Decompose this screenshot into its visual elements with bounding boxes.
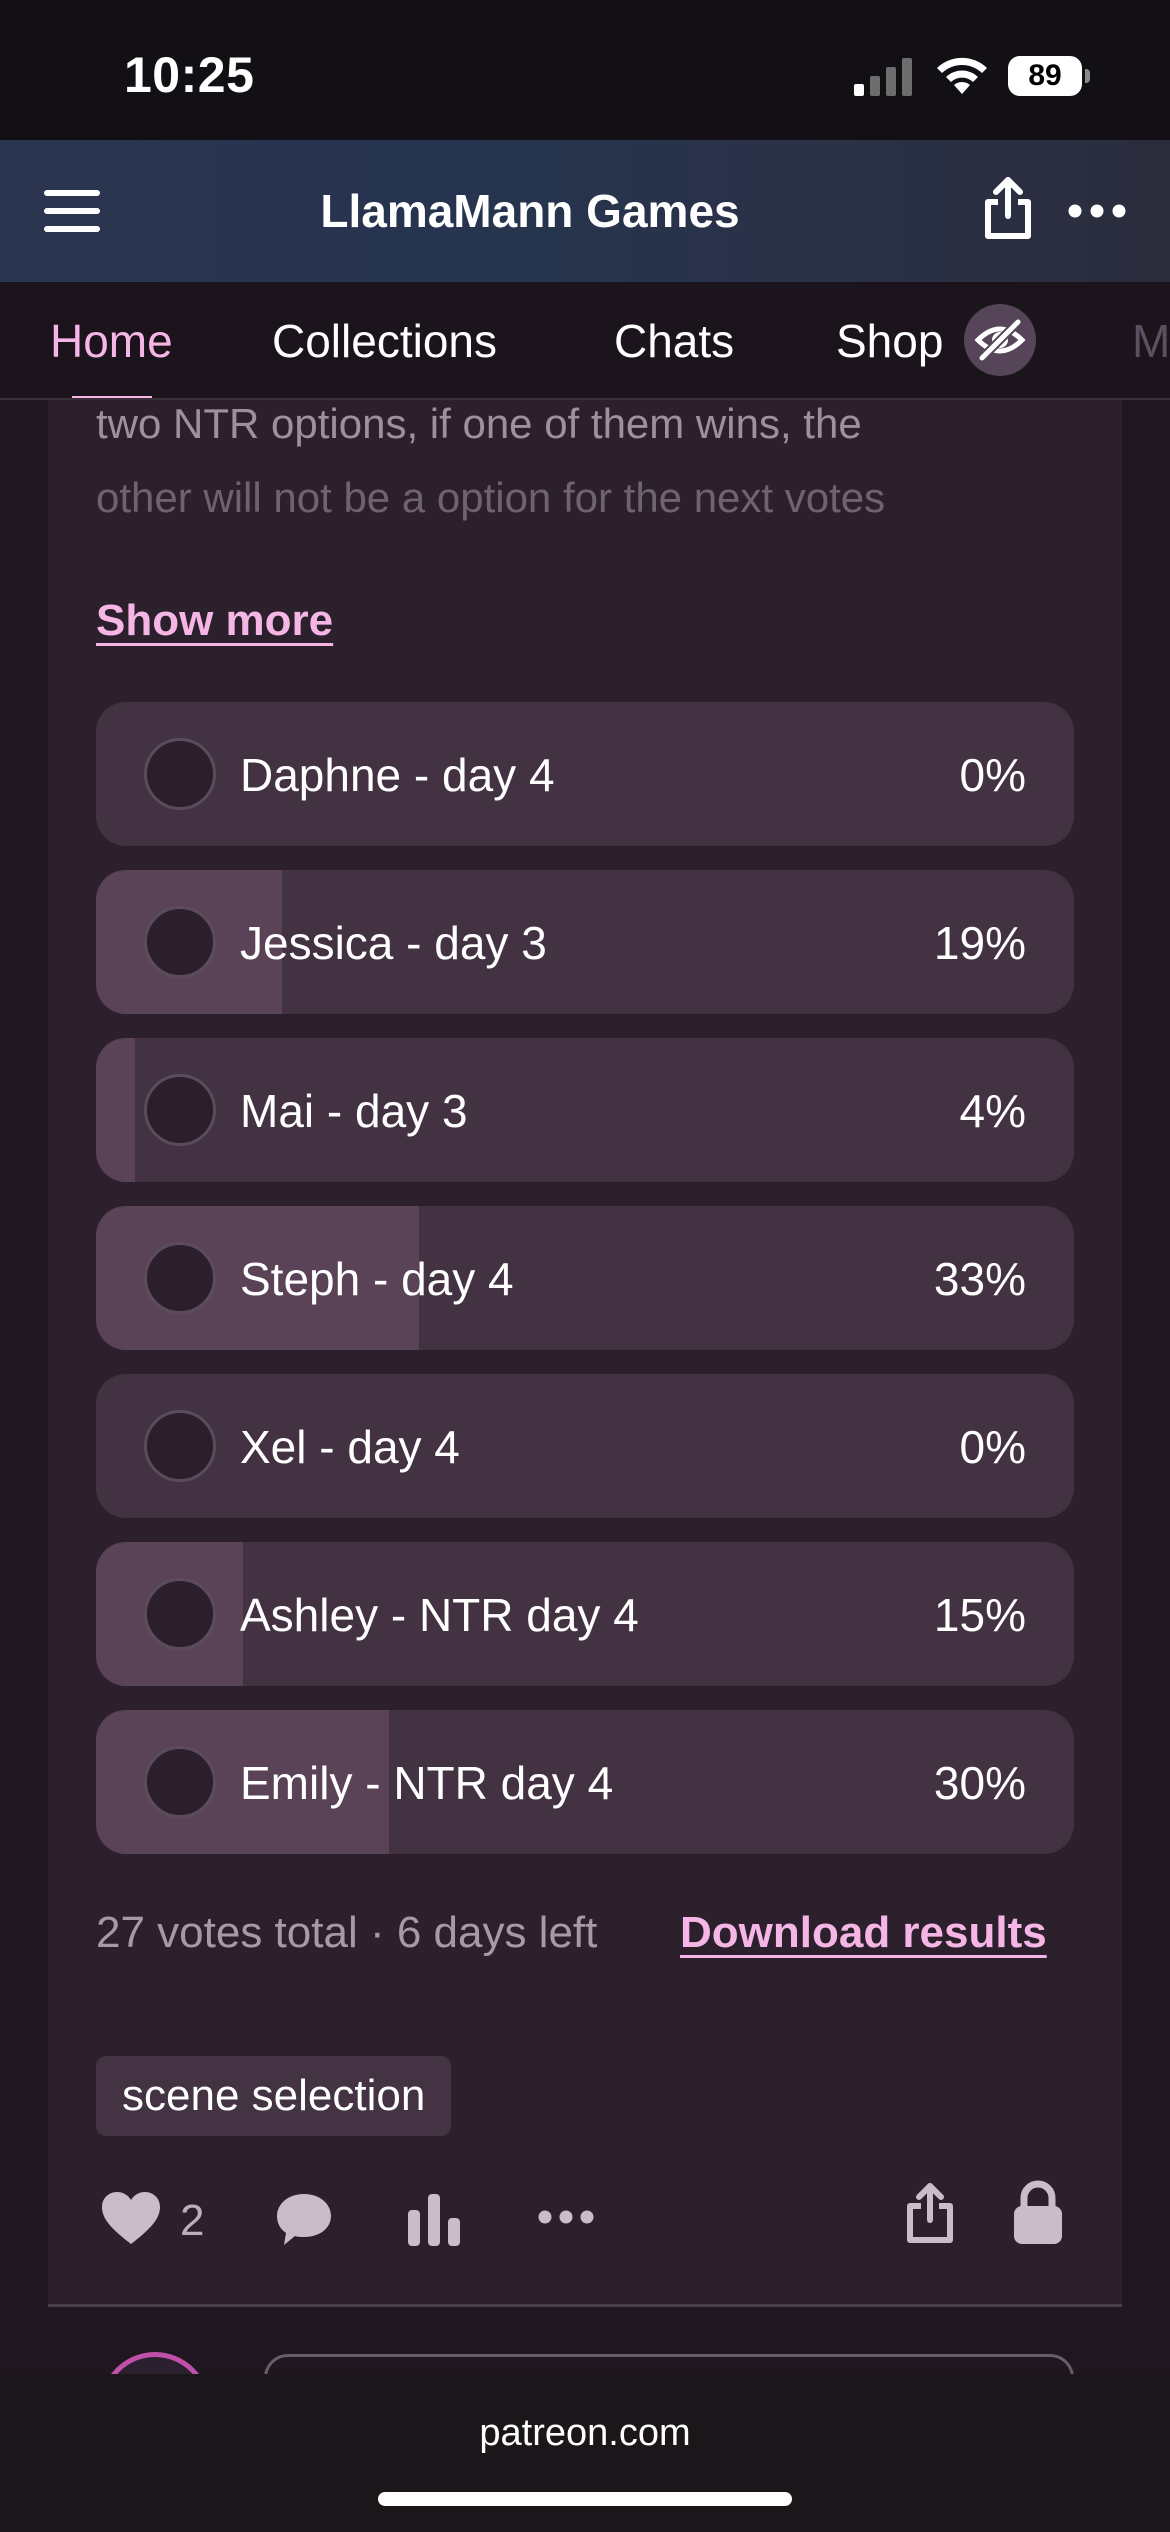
radio-button[interactable] [144,1410,216,1482]
poll-result-bar [96,1038,136,1182]
poll-option-label: Xel - day 4 [240,1421,460,1473]
comment-icon[interactable] [274,2190,334,2248]
heart-icon[interactable] [100,2190,162,2246]
poll-option[interactable]: Ashley - NTR day 4 15% [96,1542,1074,1686]
post-description-line: other will not be a option for the next … [96,474,886,521]
share-icon[interactable] [904,2182,956,2244]
more-options-icon[interactable] [1068,204,1126,218]
battery-icon: 89 [1008,56,1090,96]
url-label[interactable]: patreon.com [0,2412,1170,2455]
stats-icon[interactable] [406,2192,464,2246]
tab-bar: Home Collections Chats Shop M [0,282,1170,400]
download-results-link[interactable]: Download results [680,1908,1047,1958]
poll-option[interactable]: Steph - day 4 33% [96,1206,1074,1350]
like-count: 2 [180,2196,205,2245]
tab-more[interactable]: M [1132,314,1170,368]
show-more-link[interactable]: Show more [96,596,333,646]
wifi-icon [937,57,987,94]
poll-option[interactable]: Jessica - day 3 19% [96,870,1074,1014]
post-tag[interactable]: scene selection [96,2056,452,2136]
poll-option-label: Steph - day 4 [240,1253,514,1305]
status-time: 10:25 [124,47,255,103]
poll-option-percent: 0% [959,1421,1026,1473]
poll-option[interactable]: Mai - day 3 4% [96,1038,1074,1182]
post-description-line: two NTR options, if one of them wins, th… [96,400,862,447]
poll-option-percent: 33% [933,1253,1026,1305]
tab-shop[interactable]: Shop [836,314,943,368]
screen: 10:25 89 LlamaMann Games Home Collection… [0,0,1170,2532]
radio-button[interactable] [144,1242,216,1314]
radio-button[interactable] [144,1074,216,1146]
tab-chats[interactable]: Chats [614,314,734,368]
poll-option-label: Emily - NTR day 4 [240,1757,614,1809]
radio-button[interactable] [144,1746,216,1818]
poll-option-percent: 19% [933,917,1026,969]
radio-button[interactable] [144,906,216,978]
app-header: LlamaMann Games [0,140,1170,282]
browser-bar: patreon.com [0,2374,1170,2532]
more-options-icon[interactable] [538,2210,594,2224]
poll-option-percent: 30% [933,1757,1026,1809]
poll-option-label: Jessica - day 3 [240,917,547,969]
poll-option[interactable]: Daphne - day 4 0% [96,702,1074,846]
radio-button[interactable] [144,738,216,810]
poll-option-percent: 4% [959,1085,1026,1137]
poll-option-percent: 0% [959,749,1026,801]
poll-option[interactable]: Emily - NTR day 4 30% [96,1710,1074,1854]
poll-option-label: Ashley - NTR day 4 [240,1589,639,1641]
tab-home[interactable]: Home [50,314,173,368]
poll-option[interactable]: Xel - day 4 0% [96,1374,1074,1518]
status-bar: 10:25 89 [0,0,1170,140]
tab-collections[interactable]: Collections [272,314,497,368]
creator-title[interactable]: LlamaMann Games [0,184,1060,238]
post-divider [48,2304,1122,2307]
poll-summary: 27 votes total · 6 days left [96,1908,598,1957]
post-card [48,400,1122,2305]
radio-button[interactable] [144,1578,216,1650]
eye-slash-icon[interactable] [964,304,1036,376]
share-icon[interactable] [980,176,1036,240]
battery-level: 89 [1008,56,1082,96]
home-indicator[interactable] [378,2492,792,2506]
poll-option-percent: 15% [933,1589,1026,1641]
cellular-signal-icon [854,58,912,96]
lock-icon[interactable] [1010,2180,1066,2246]
poll-option-label: Mai - day 3 [240,1085,468,1137]
poll-option-label: Daphne - day 4 [240,749,555,801]
